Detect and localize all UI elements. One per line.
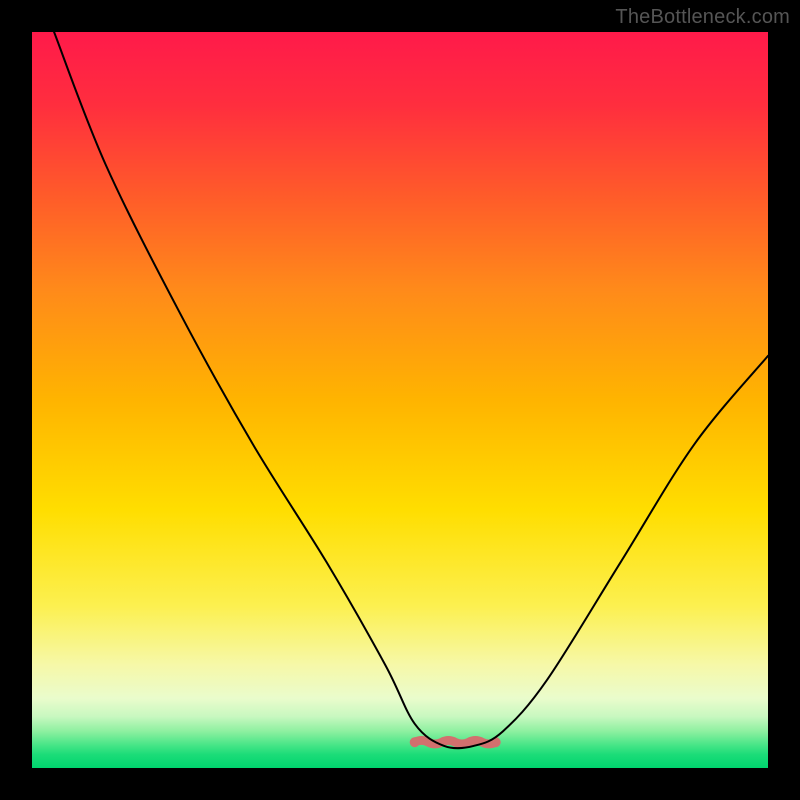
bottleneck-curve xyxy=(54,32,768,748)
watermark-text: TheBottleneck.com xyxy=(615,6,790,29)
chart-frame: TheBottleneck.com xyxy=(0,0,800,800)
flat-band-end-left xyxy=(410,737,420,747)
plot-area xyxy=(32,32,768,768)
curve-layer xyxy=(32,32,768,768)
